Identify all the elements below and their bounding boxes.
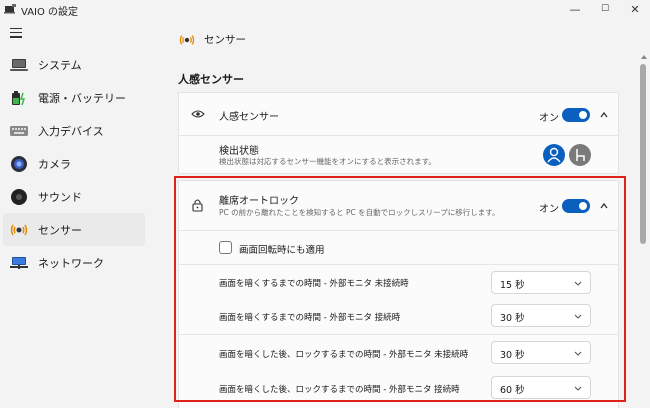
sensor-icon (9, 220, 29, 240)
sidebar-item-label: システム (38, 58, 82, 72)
person-detected-icon (543, 144, 565, 166)
sidebar-item-system[interactable]: システム (3, 48, 145, 81)
rotation-checkbox-label: 画面回転時にも適用 (239, 245, 325, 256)
lock-time-select[interactable]: 60 秒 (491, 376, 591, 399)
camera-icon (9, 154, 29, 174)
lock-time-row: 画面を暗くした後、ロックするまでの時間 - 外部モニタ 未接続時 30 秒 (179, 334, 618, 370)
lock-time-label: 画面を暗くした後、ロックするまでの時間 - 外部モニタ 接続時 (219, 385, 460, 395)
auto-lock-desc: PC の前から離れたことを検知すると PC を自動でロックしスリープに移行します… (219, 208, 500, 217)
scrollbar-thumb[interactable] (640, 64, 646, 244)
sidebar-item-label: センサー (38, 223, 82, 237)
select-value: 30 秒 (500, 313, 525, 324)
toggle-state-label: オン (539, 113, 559, 124)
minimize-button[interactable]: — (560, 0, 590, 18)
maximize-button[interactable]: ☐ (590, 0, 620, 18)
dim-time-label: 画面を暗くするまでの時間 - 外部モニタ 接続時 (219, 313, 401, 323)
auto-lock-toggle[interactable] (562, 199, 590, 213)
chevron-down-icon (574, 314, 582, 319)
sidebar-item-sensor[interactable]: センサー (3, 213, 145, 246)
sidebar-item-label: カメラ (38, 157, 71, 171)
presence-sensor-toggle[interactable] (562, 108, 590, 122)
empty-seat-icon (569, 144, 591, 166)
lock-time-select[interactable]: 30 秒 (491, 341, 591, 364)
page-header: センサー (178, 32, 246, 47)
chevron-up-icon[interactable] (599, 201, 609, 211)
dim-time-select[interactable]: 30 秒 (491, 304, 591, 327)
sidebar-item-label: ネットワーク (38, 256, 104, 270)
sidebar-item-label: サウンド (38, 190, 82, 204)
sidebar-item-input[interactable]: 入力デバイス (3, 114, 145, 147)
sidebar-item-label: 電源・バッテリー (38, 91, 126, 105)
sidebar-item-network[interactable]: ネットワーク (3, 246, 145, 279)
laptop-icon (9, 55, 29, 75)
sidebar-item-camera[interactable]: カメラ (3, 147, 145, 180)
auto-lock-title: 離席オートロック (219, 196, 299, 207)
detect-state-title: 検出状態 (219, 146, 259, 157)
title-bar: VAIO の設定 — ☐ ✕ (0, 0, 650, 18)
rotation-checkbox[interactable] (219, 241, 232, 254)
chevron-down-icon (574, 386, 582, 391)
window-title: VAIO の設定 (21, 7, 79, 18)
select-value: 60 秒 (500, 385, 525, 396)
toggle-state-label: オン (539, 204, 559, 215)
network-icon (9, 253, 29, 273)
keyboard-icon (9, 121, 29, 141)
dim-time-row: 画面を暗くするまでの時間 - 外部モニタ 未接続時 15 秒 (179, 264, 618, 299)
section-title: 人感センサー (178, 73, 244, 86)
app-icon (4, 4, 16, 14)
sensor-icon (179, 34, 195, 45)
presence-sensor-title: 人感センサー (219, 112, 279, 123)
dim-time-label: 画面を暗くするまでの時間 - 外部モニタ 未接続時 (219, 279, 409, 289)
sidebar-item-sound[interactable]: サウンド (3, 180, 145, 213)
auto-lock-card: 離席オートロック PC の前から離れたことを検知すると PC を自動でロックしス… (178, 180, 619, 408)
lock-time-row: 画面を暗くした後、ロックするまでの時間 - 外部モニタ 接続時 60 秒 (179, 370, 618, 408)
speaker-icon (9, 187, 29, 207)
select-value: 30 秒 (500, 350, 525, 361)
select-value: 15 秒 (500, 280, 525, 291)
lock-icon (192, 199, 203, 212)
dim-time-row: 画面を暗くするまでの時間 - 外部モニタ 接続時 30 秒 (179, 299, 618, 333)
rotation-option-row: 画面回転時にも適用 (179, 230, 618, 264)
detect-state-row: 検出状態 検出状態は対応するセンサー機能をオンにすると表示されます。 (179, 135, 618, 175)
scroll-up-icon[interactable] (640, 54, 648, 60)
detect-state-desc: 検出状態は対応するセンサー機能をオンにすると表示されます。 (219, 157, 436, 166)
close-button[interactable]: ✕ (620, 0, 650, 18)
chevron-down-icon (574, 281, 582, 286)
menu-icon[interactable] (10, 28, 22, 38)
dim-time-select[interactable]: 15 秒 (491, 271, 591, 294)
main-content: センサー 人感センサー 人感センサー オン 検出状態 検出状態は対応するセンサー… (152, 18, 650, 408)
presence-sensor-card: 人感センサー オン 検出状態 検出状態は対応するセンサー機能をオンにすると表示さ… (178, 92, 619, 174)
eye-icon (191, 110, 205, 118)
sidebar-item-label: 入力デバイス (38, 124, 104, 138)
chevron-down-icon (574, 351, 582, 356)
sidebar-item-power[interactable]: 電源・バッテリー (3, 81, 145, 114)
page-title: センサー (204, 34, 246, 46)
battery-icon (9, 88, 29, 108)
chevron-up-icon[interactable] (599, 110, 609, 120)
lock-time-label: 画面を暗くした後、ロックするまでの時間 - 外部モニタ 未接続時 (219, 350, 469, 360)
sidebar-nav: システム 電源・バッテリー 入力デバイス カメラ サウンド センサー ネットワー… (0, 48, 148, 279)
